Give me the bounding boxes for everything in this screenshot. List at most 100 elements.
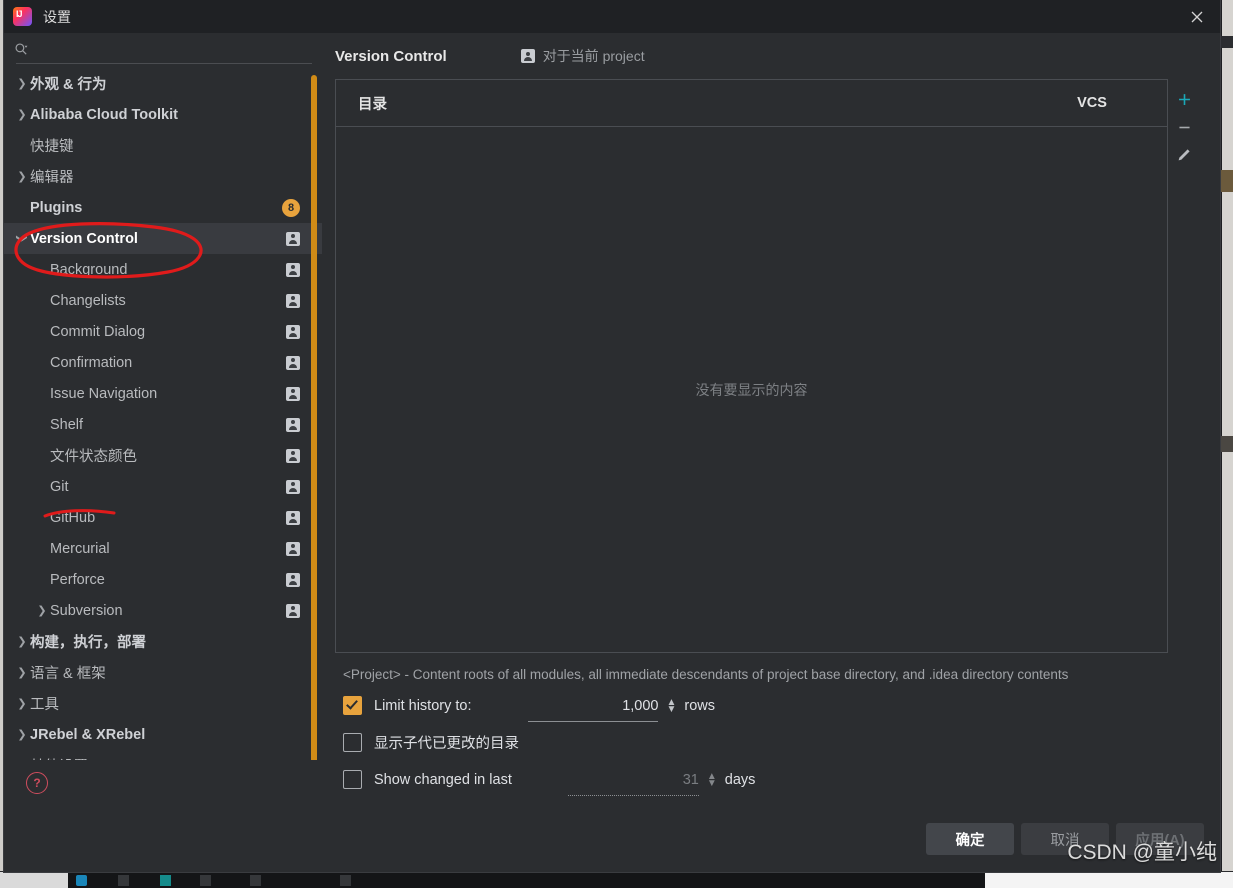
sidebar-item-label: Perforce bbox=[50, 571, 105, 588]
chevron-right-icon[interactable]: ❯ bbox=[14, 759, 30, 760]
sidebar-item-commit-dialog[interactable]: ❯Commit Dialog bbox=[4, 316, 322, 347]
spinner-show-changed-in-last[interactable]: 31 ▲ ▼ bbox=[554, 771, 725, 796]
settings-search-row[interactable] bbox=[4, 33, 322, 65]
apply-button[interactable]: 应用(A) bbox=[1116, 823, 1204, 855]
chevron-right-icon[interactable]: ❯ bbox=[14, 635, 30, 648]
ok-button[interactable]: 确定 bbox=[926, 823, 1014, 855]
person-icon bbox=[286, 262, 300, 277]
taskbar-icon-app4[interactable] bbox=[200, 875, 211, 886]
add-button[interactable] bbox=[1171, 86, 1197, 112]
checkbox-limit-history[interactable] bbox=[343, 696, 362, 715]
settings-dialog: 设置 ❯外观 & 行为❯Alibaba C bbox=[4, 0, 1220, 872]
sidebar-item-[interactable]: ❯ 编辑器 bbox=[4, 161, 322, 192]
sidebar-item-[interactable]: ❯ 语言 & 框架 bbox=[4, 657, 322, 688]
chevron-right-icon[interactable]: ❯ bbox=[14, 108, 30, 121]
dialog-titlebar: 设置 bbox=[4, 0, 1220, 33]
sidebar-item-[interactable]: ❯ 外观 & 行为 bbox=[4, 68, 322, 99]
chevron-right-icon[interactable]: ❯ bbox=[14, 697, 30, 710]
sidebar-item-shelf[interactable]: ❯Shelf bbox=[4, 409, 322, 440]
chevron-right-icon[interactable]: ❯ bbox=[14, 77, 30, 90]
edit-button[interactable] bbox=[1171, 142, 1197, 168]
sidebar-item-label: 文件状态颜色 bbox=[50, 449, 137, 465]
chevron-right-icon[interactable]: ❯ bbox=[14, 666, 30, 679]
sidebar-item-label: Changelists bbox=[50, 292, 126, 309]
checkbox-show-changed-in-last[interactable] bbox=[343, 770, 362, 789]
sidebar-item-github[interactable]: ❯GitHub bbox=[4, 502, 322, 533]
sidebar-item-[interactable]: ❯其他设置 bbox=[4, 750, 322, 760]
sidebar-item-label: Confirmation bbox=[50, 354, 133, 371]
background-window-sliver-c bbox=[1220, 436, 1233, 452]
option-row-show-changed-in-last: Show changed in last 31 ▲ ▼ days bbox=[343, 770, 1202, 796]
taskbar-icon-app6[interactable] bbox=[340, 875, 351, 886]
taskbar-tray-region[interactable] bbox=[985, 872, 1233, 888]
taskbar-start-region[interactable] bbox=[0, 872, 68, 888]
table-toolbar bbox=[1167, 80, 1201, 658]
background-window-sliver-b bbox=[1220, 170, 1233, 192]
sidebar-item-[interactable]: ❯ 工具 bbox=[4, 688, 322, 719]
person-icon bbox=[286, 293, 300, 308]
version-control-panel: Version Control 对于当前 project 目录 VCS 没有要显… bbox=[323, 33, 1220, 806]
chevron-right-icon[interactable]: ❯ bbox=[14, 728, 30, 741]
sidebar-item-version-control[interactable]: ❯ Version Control bbox=[4, 223, 322, 254]
person-icon bbox=[286, 572, 300, 587]
sidebar-item-changelists[interactable]: ❯Changelists bbox=[4, 285, 322, 316]
sidebar-item-mercurial[interactable]: ❯Mercurial bbox=[4, 533, 322, 564]
chevron-right-icon[interactable]: ❯ bbox=[14, 170, 30, 183]
sidebar-item-plugins[interactable]: ❯Plugins8 bbox=[4, 192, 322, 223]
remove-button[interactable] bbox=[1171, 114, 1197, 140]
sidebar-item-[interactable]: ❯ 构建，执行，部署 bbox=[4, 626, 322, 657]
cancel-button[interactable]: 取消 bbox=[1021, 823, 1109, 855]
sidebar-item-label: Background bbox=[50, 261, 128, 278]
sidebar-item-label: Version Control bbox=[30, 230, 138, 247]
option-label-show-changed-in-last: Show changed in last bbox=[374, 771, 512, 788]
chevron-right-icon[interactable]: ❯ bbox=[34, 604, 50, 617]
sidebar-item-perforce[interactable]: ❯Perforce bbox=[4, 564, 322, 595]
sidebar-item-alibaba-cloud-toolkit[interactable]: ❯ Alibaba Cloud Toolkit bbox=[4, 99, 322, 130]
sidebar-item-jrebel-xrebel[interactable]: ❯ JRebel & XRebel bbox=[4, 719, 322, 750]
vcs-mappings-table[interactable]: 目录 VCS 没有要显示的内容 bbox=[335, 79, 1190, 653]
spinner-down-icon[interactable]: ▼ bbox=[707, 778, 717, 788]
sidebar-item-confirmation[interactable]: ❯Confirmation bbox=[4, 347, 322, 378]
panel-header: Version Control 对于当前 project bbox=[335, 33, 1202, 79]
person-icon bbox=[286, 541, 300, 556]
sidebar-item-subversion[interactable]: ❯ Subversion bbox=[4, 595, 322, 626]
spinner-value-limit-history[interactable]: 1,000 bbox=[514, 698, 667, 714]
taskbar-icon-app5[interactable] bbox=[250, 875, 261, 886]
sidebar-item-[interactable]: ❯文件状态颜色 bbox=[4, 440, 322, 471]
column-header-vcs[interactable]: VCS bbox=[1017, 95, 1167, 111]
spinner-arrows-show-changed-in-last[interactable]: ▲ ▼ bbox=[707, 771, 717, 788]
spinner-value-show-changed-in-last[interactable]: 31 bbox=[554, 772, 707, 788]
sidebar-item-label: Commit Dialog bbox=[50, 323, 146, 340]
dialog-title: 设置 bbox=[43, 8, 71, 25]
spinner-down-icon[interactable]: ▼ bbox=[667, 704, 677, 714]
help-icon[interactable]: ? bbox=[26, 772, 48, 794]
sidebar-item-background[interactable]: ❯Background bbox=[4, 254, 322, 285]
sidebar-item-label: 快捷键 bbox=[30, 139, 74, 155]
chevron-down-icon[interactable]: ❯ bbox=[16, 231, 29, 247]
sidebar-item-label: 外观 & 行为 bbox=[30, 77, 107, 93]
spinner-arrows-limit-history[interactable]: ▲ ▼ bbox=[667, 697, 677, 714]
spinner-unit-limit-history: rows bbox=[684, 697, 716, 714]
sidebar-item-[interactable]: ❯快捷键 bbox=[4, 130, 322, 161]
sidebar-item-label: Issue Navigation bbox=[50, 385, 158, 402]
spinner-limit-history[interactable]: 1,000 ▲ ▼ bbox=[514, 697, 685, 722]
taskbar-icon-app3[interactable] bbox=[160, 875, 171, 886]
search-icon[interactable] bbox=[14, 40, 32, 58]
settings-sidebar: ❯外观 & 行为❯Alibaba Cloud Toolkit❯快捷键❯编辑器❯P… bbox=[4, 33, 323, 806]
column-header-directory[interactable]: 目录 bbox=[336, 93, 1017, 114]
sidebar-item-git[interactable]: ❯Git bbox=[4, 471, 322, 502]
plugins-update-badge: 8 bbox=[282, 198, 300, 217]
sidebar-item-issue-navigation[interactable]: ❯Issue Navigation bbox=[4, 378, 322, 409]
close-icon[interactable] bbox=[1174, 0, 1220, 33]
background-window-sliver-a bbox=[1220, 36, 1233, 48]
sidebar-scrollbar[interactable] bbox=[311, 75, 317, 760]
sidebar-item-label: Subversion bbox=[50, 602, 123, 619]
search-input[interactable] bbox=[38, 40, 312, 58]
dialog-body: ❯外观 & 行为❯Alibaba Cloud Toolkit❯快捷键❯编辑器❯P… bbox=[4, 33, 1220, 806]
person-icon bbox=[286, 510, 300, 525]
taskbar-icon-app1[interactable] bbox=[76, 875, 87, 886]
checkbox-show-changed-subdirs[interactable] bbox=[343, 733, 362, 752]
settings-tree[interactable]: ❯外观 & 行为❯Alibaba Cloud Toolkit❯快捷键❯编辑器❯P… bbox=[4, 65, 322, 760]
taskbar-icon-app2[interactable] bbox=[118, 875, 129, 886]
table-empty-message: 没有要显示的内容 bbox=[695, 381, 808, 398]
